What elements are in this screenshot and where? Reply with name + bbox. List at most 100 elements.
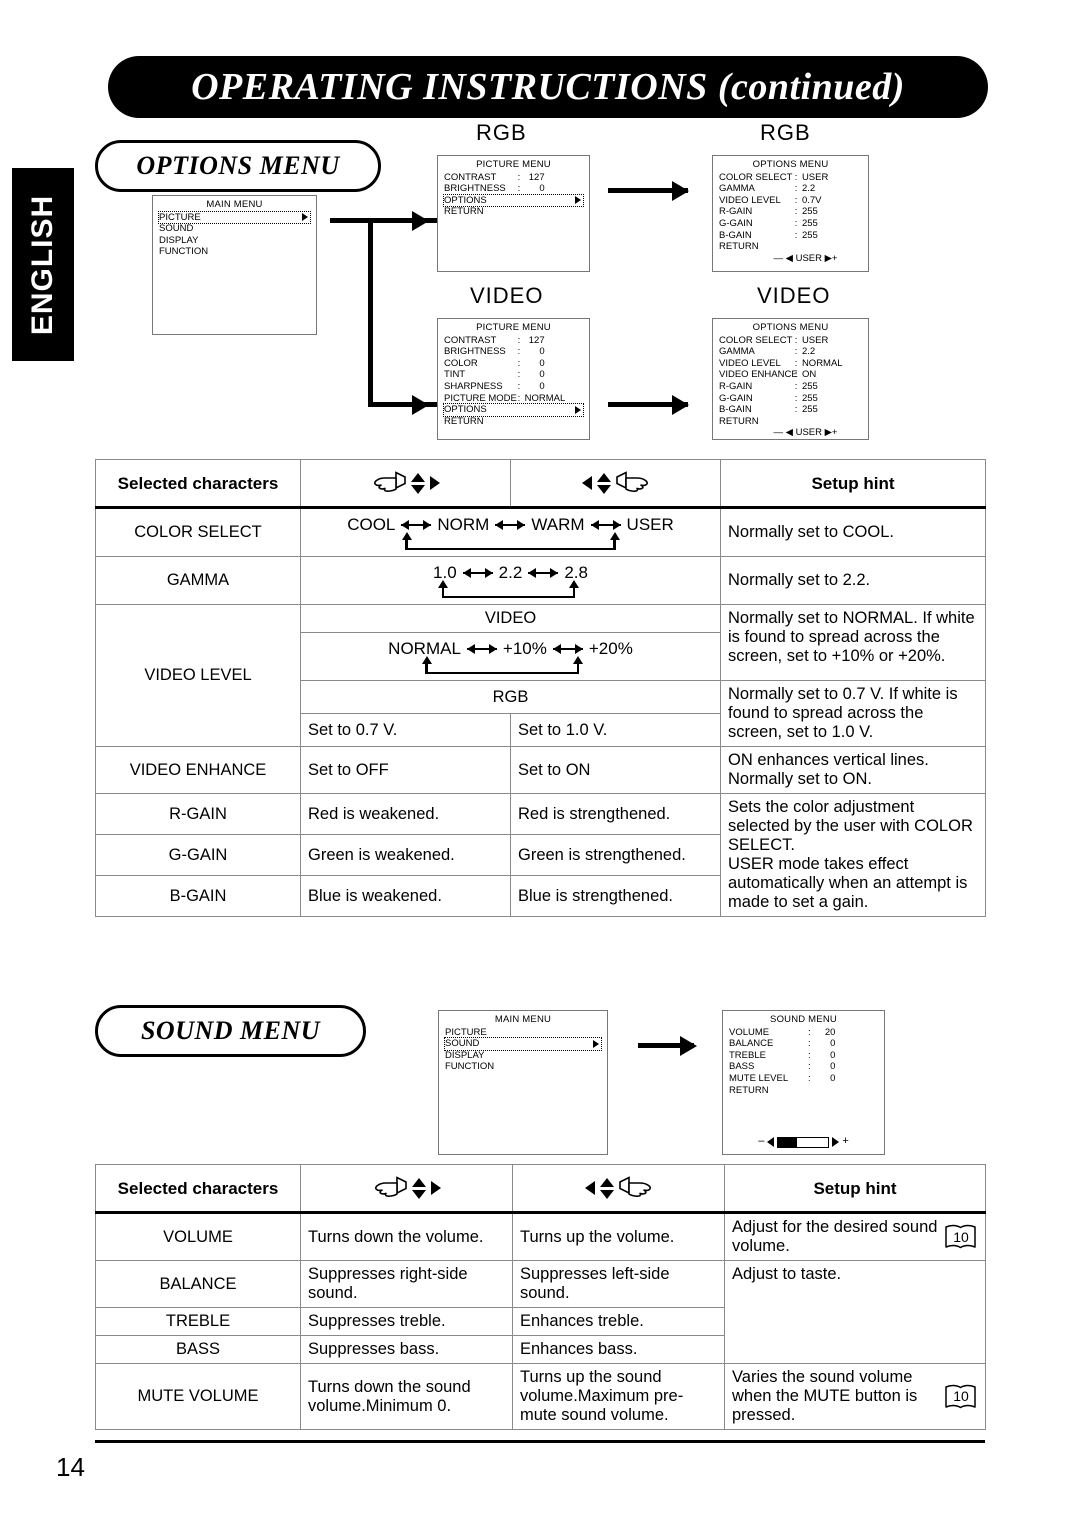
osd-row-key: BRIGHTNESS	[444, 346, 506, 358]
osd-row-value: 255	[801, 404, 818, 416]
osd-main-menu-sound: MAIN MENU PICTURE SOUND DISPLAY FUNCTION	[438, 1010, 608, 1155]
diagram-label-rgb-top: RGB	[476, 120, 527, 145]
osd-row-colon: :	[807, 1072, 811, 1084]
osd-row-key: BASS	[729, 1061, 755, 1073]
osd-sound-menu: SOUND MENU VOLUME:20 BALANCE:0 TREBLE:0 …	[722, 1010, 885, 1155]
row-left-video-enhance: Set to OFF	[300, 746, 511, 794]
osd-title: PICTURE MENU	[476, 322, 551, 333]
hint-line: made to set a gain.	[728, 893, 869, 911]
triangle-up-icon	[411, 1177, 426, 1187]
osd-row-colon: :	[807, 1038, 811, 1050]
row-label-balance: BALANCE	[95, 1260, 301, 1308]
osd-row-key: COLOR SELECT	[719, 171, 793, 183]
row-left-balance: Suppresses right-side sound.	[300, 1260, 513, 1308]
header-selected-characters: Selected characters	[95, 459, 301, 508]
seq-item: 2.2	[498, 563, 523, 582]
hand-pointing-left-icon	[374, 1176, 407, 1197]
dpad-vertical-icon	[410, 472, 425, 494]
triangle-down-icon	[410, 484, 425, 494]
osd-row-key: SOUND	[159, 223, 194, 235]
osd-volume-slider[interactable]: – +	[723, 1136, 884, 1148]
row-hint-color-select: Normally set to COOL.	[720, 506, 986, 557]
row-label-b-gain: B-GAIN	[95, 875, 301, 917]
osd-row-key: VIDEO ENHANCE	[719, 369, 798, 381]
osd-row-key: RETURN	[444, 415, 484, 427]
seq-item: +20%	[588, 639, 633, 658]
row-hint-video-enhance: ON enhances vertical lines. Normally set…	[720, 746, 986, 794]
page-reference-icon[interactable]: 10	[944, 1223, 978, 1251]
double-arrow-icon	[528, 567, 559, 579]
section-heading-options-menu: OPTIONS MENU	[95, 140, 381, 192]
osd-row-colon: :	[807, 1061, 811, 1073]
header-increase-key-icon	[510, 459, 721, 508]
osd-row-key: RETURN	[444, 206, 484, 218]
page-reference-icon[interactable]: 10	[944, 1383, 978, 1411]
osd-row-key: DISPLAY	[445, 1049, 485, 1061]
triangle-left-icon	[767, 1137, 775, 1148]
osd-row-colon: :	[794, 183, 798, 195]
seq-item: NORM	[437, 515, 490, 534]
row-left-r-gain: Red is weakened.	[300, 793, 511, 835]
osd-row-colon: :	[517, 171, 521, 183]
osd-row-key: BALANCE	[729, 1038, 774, 1050]
osd-row-key: VOLUME	[729, 1026, 770, 1038]
osd-row-key: TREBLE	[729, 1049, 766, 1061]
osd-row-key: R-GAIN	[719, 206, 753, 218]
seq-item: +10%	[502, 639, 547, 658]
osd-row-key: COLOR SELECT	[719, 334, 793, 346]
header-setup-hint: Setup hint	[724, 1164, 986, 1213]
osd-row-colon: :	[517, 357, 521, 369]
row-left-volume: Turns down the volume.	[300, 1211, 513, 1261]
section-heading-sound-menu: SOUND MENU	[95, 1005, 366, 1057]
osd-row-key: TINT	[444, 369, 466, 381]
osd-row-value: 0	[539, 369, 545, 381]
osd-row-key: OPTIONS	[444, 194, 487, 206]
page-header-banner: OPERATING INSTRUCTIONS (continued)	[108, 56, 988, 118]
osd-row-highlighted[interactable]: PICTURE	[158, 210, 311, 225]
header-selected-characters: Selected characters	[95, 1164, 301, 1213]
osd-row-key: SOUND	[445, 1038, 480, 1050]
dpad-vertical-icon	[599, 1177, 614, 1199]
language-tab-label: ENGLISH	[26, 194, 59, 335]
osd-title: MAIN MENU	[494, 1014, 552, 1025]
triangle-down-icon	[411, 1189, 426, 1199]
osd-options-menu-video: OPTIONS MENU COLOR SELECT: USER GAMMA:2.2…	[712, 318, 869, 440]
osd-row-key: B-GAIN	[719, 404, 752, 416]
osd-row-colon: :	[517, 346, 521, 358]
chevron-right-icon	[575, 196, 581, 205]
osd-row-value: 0.7V	[801, 194, 822, 206]
osd-row-value: 255	[801, 229, 818, 241]
osd-row-highlighted[interactable]: OPTIONS	[443, 193, 584, 208]
osd-row-key: PICTURE	[445, 1026, 487, 1038]
osd-row-key: VIDEO LEVEL	[719, 194, 781, 206]
wrap-around-arrow	[308, 580, 713, 600]
osd-row-highlighted[interactable]: OPTIONS	[443, 403, 584, 417]
triangle-up-icon	[410, 472, 425, 482]
wrap-around-arrow	[308, 532, 713, 552]
osd-picture-menu-rgb: PICTURE MENU CONTRAST:127 BRIGHTNESS: 0 O…	[437, 155, 590, 272]
video-level-rgb-left: Set to 0.7 V.	[300, 713, 511, 747]
osd-row-value: 127	[528, 171, 545, 183]
wrap-around-arrow	[308, 656, 713, 676]
osd-row-key: FUNCTION	[159, 246, 209, 258]
double-arrow-icon	[466, 643, 497, 655]
row-right-bass: Enhances bass.	[512, 1335, 725, 1364]
osd-row-colon: :	[794, 217, 798, 229]
osd-row-highlighted[interactable]: SOUND	[444, 1037, 602, 1051]
osd-row-colon: :	[794, 194, 798, 206]
chevron-right-icon	[575, 405, 581, 414]
row-label-g-gain: G-GAIN	[95, 834, 301, 876]
chevron-right-icon	[593, 1039, 599, 1048]
hint-line: automatically when an attempt is	[728, 874, 968, 892]
row-right-treble: Enhances treble.	[512, 1307, 725, 1336]
osd-row-key: PICTURE MODE	[444, 392, 517, 404]
video-level-rgb-label: RGB	[300, 680, 721, 714]
seq-item: COOL	[347, 515, 396, 534]
triangle-right-icon	[430, 1181, 441, 1195]
video-level-video-sequence: NORMAL +10% +20%	[300, 632, 721, 681]
double-arrow-icon	[590, 519, 621, 531]
osd-row-key: G-GAIN	[719, 392, 753, 404]
hint-text: Adjust for the desired sound volume.	[732, 1218, 938, 1255]
osd-row-key: VIDEO LEVEL	[719, 357, 781, 369]
hint-line: SELECT.	[728, 836, 795, 854]
